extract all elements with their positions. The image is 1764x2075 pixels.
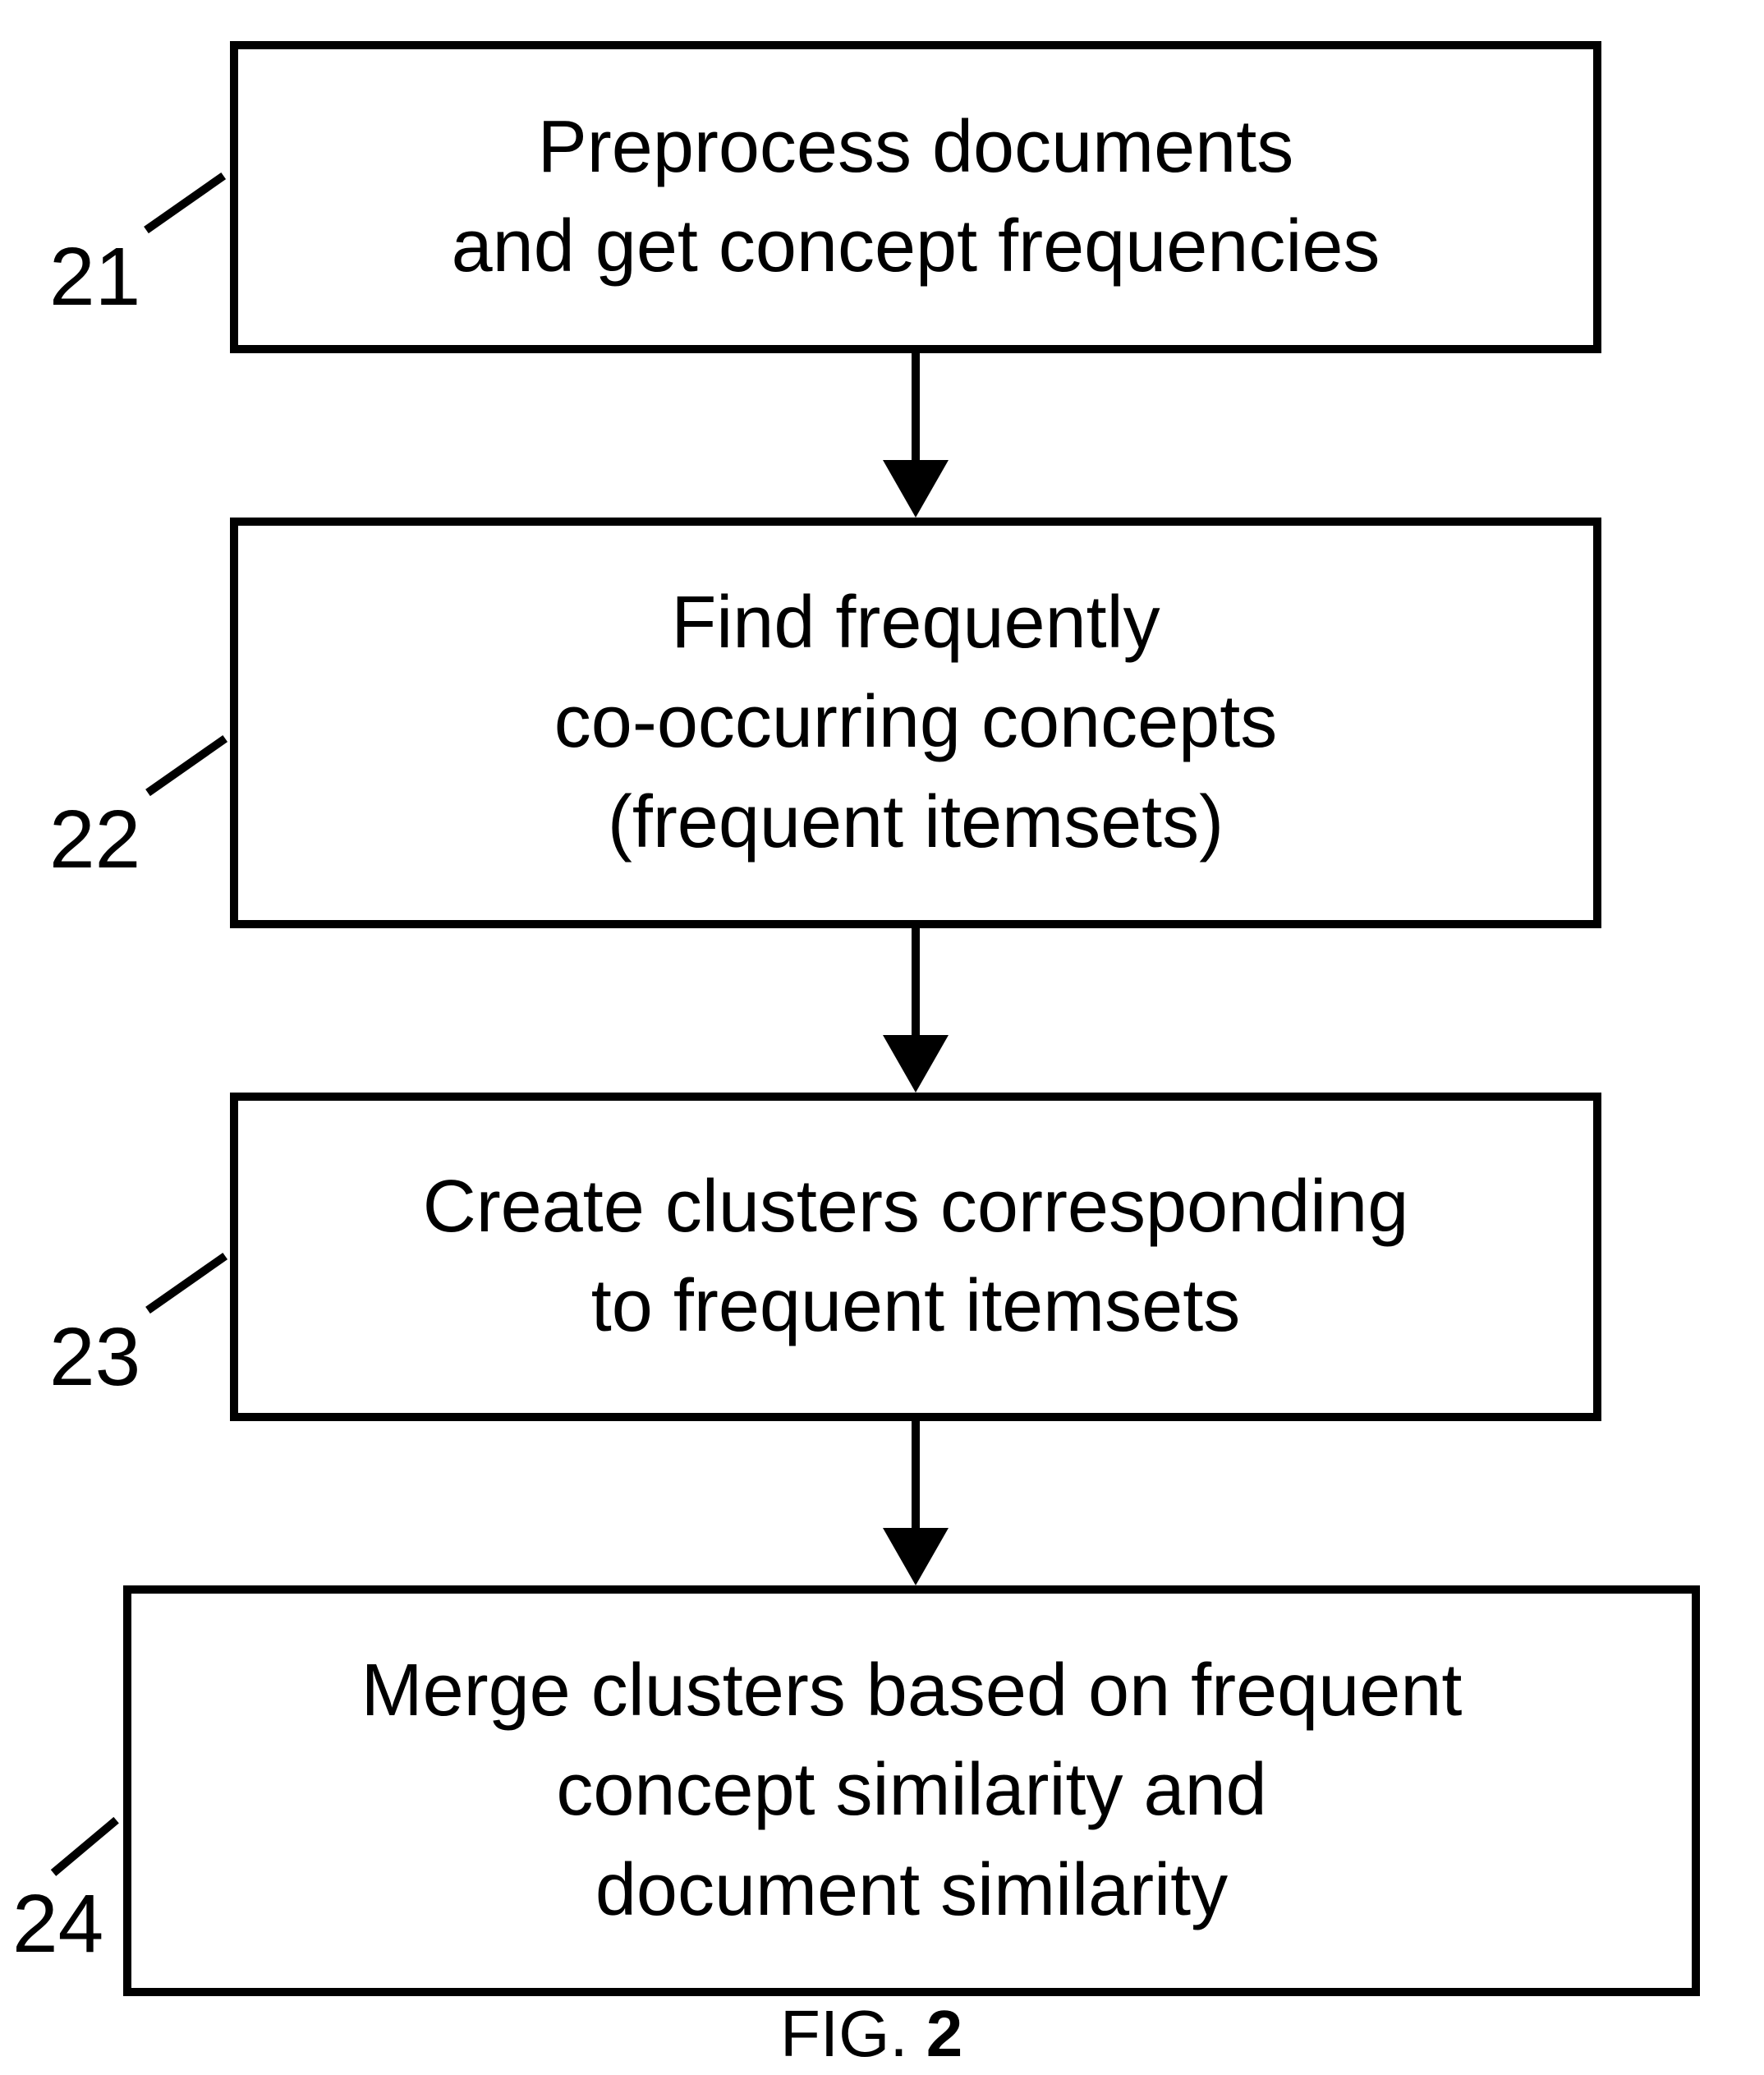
figure-caption-number: 2 <box>926 1997 963 2070</box>
step-2-line-1: Find frequently <box>671 573 1160 674</box>
step-4-label: 24 <box>12 1877 103 1971</box>
step-1-label: 21 <box>49 230 140 324</box>
step-1-line-1: Preprocess documents <box>538 98 1293 198</box>
step-2-line-2: co-occurring concepts <box>554 673 1277 773</box>
flowchart-canvas: Preprocess documents and get concept fre… <box>0 0 1764 2075</box>
step-3-line-2: to frequent itemsets <box>591 1257 1240 1357</box>
step-1-tick <box>144 173 226 233</box>
step-1-line-2: and get concept frequencies <box>452 197 1380 297</box>
flowchart-step-4: Merge clusters based on frequent concept… <box>123 1585 1700 1996</box>
flowchart-step-2: Find frequently co-occurring concepts (f… <box>230 518 1601 928</box>
step-4-line-3: document similarity <box>595 1841 1228 1941</box>
figure-caption-prefix: FIG. <box>780 1997 926 2070</box>
arrow-3-to-4-head <box>883 1528 949 1585</box>
step-4-line-1: Merge clusters based on frequent <box>361 1641 1463 1741</box>
arrow-1-to-2-head <box>883 460 949 518</box>
step-4-line-2: concept similarity and <box>556 1741 1266 1841</box>
flowchart-step-3: Create clusters corresponding to frequen… <box>230 1093 1601 1421</box>
arrow-2-to-3-head <box>883 1035 949 1093</box>
step-2-label: 22 <box>49 793 140 887</box>
figure-caption: FIG. 2 <box>780 1996 962 2072</box>
step-3-label: 23 <box>49 1310 140 1405</box>
arrow-1-to-2 <box>912 353 920 468</box>
flowchart-step-1: Preprocess documents and get concept fre… <box>230 41 1601 353</box>
step-3-line-1: Create clusters corresponding <box>423 1157 1409 1258</box>
arrow-2-to-3 <box>912 928 920 1043</box>
arrow-3-to-4 <box>912 1421 920 1536</box>
step-4-tick <box>51 1817 119 1876</box>
step-3-tick <box>145 1253 227 1314</box>
step-2-tick <box>145 735 227 796</box>
step-2-line-3: (frequent itemsets) <box>608 773 1224 873</box>
